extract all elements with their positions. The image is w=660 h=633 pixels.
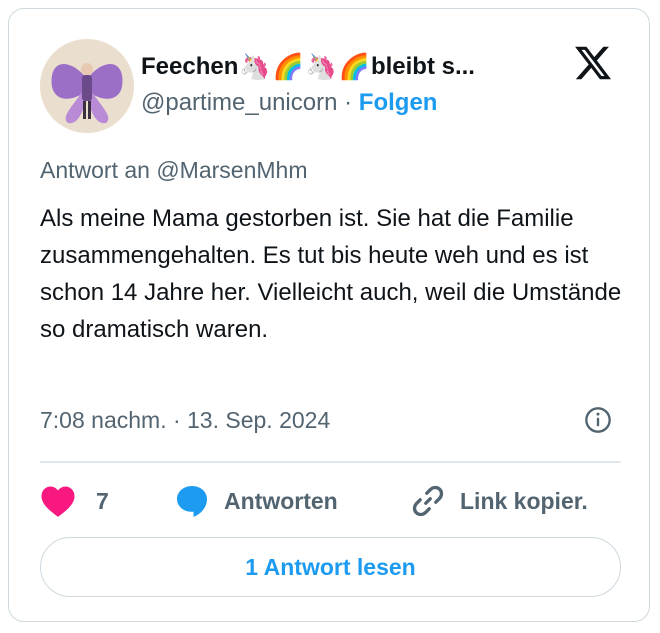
author-name-suffix[interactable]: bleibt s... bbox=[371, 53, 475, 81]
copy-link-label: Link kopier. bbox=[460, 487, 588, 514]
tweet-text: Als meine Mama gestorben ist. Sie hat di… bbox=[40, 205, 622, 343]
info-icon[interactable] bbox=[584, 406, 612, 434]
reply-button[interactable]: Antworten bbox=[174, 479, 338, 523]
follow-button[interactable]: Folgen bbox=[359, 89, 438, 116]
rainbow-emoji: 🌈 bbox=[338, 52, 370, 81]
timestamp[interactable]: 7:08 nachm. · 13. Sep. 2024 bbox=[40, 407, 330, 434]
author-handle-row: @partime_unicorn · Folgen bbox=[141, 89, 437, 117]
tweet-card: Feechen 🦄 🌈 🦄 🌈 bleibt s... @partime_uni… bbox=[8, 8, 650, 622]
author-name-row[interactable]: Feechen 🦄 🌈 🦄 🌈 bleibt s... bbox=[141, 49, 475, 85]
author-handle[interactable]: @partime_unicorn bbox=[141, 89, 337, 116]
avatar[interactable] bbox=[40, 39, 134, 133]
separator: · bbox=[344, 89, 353, 116]
author-name[interactable]: Feechen bbox=[141, 53, 238, 81]
heart-icon bbox=[41, 486, 75, 517]
x-logo-icon[interactable] bbox=[573, 43, 613, 83]
unicorn-emoji: 🦄 bbox=[239, 52, 271, 81]
read-replies-button[interactable]: 1 Antwort lesen bbox=[40, 537, 621, 597]
reply-label: Antworten bbox=[224, 487, 338, 514]
unicorn-emoji: 🦄 bbox=[305, 52, 337, 81]
copy-link-button[interactable]: Link kopier. bbox=[410, 479, 588, 523]
link-icon bbox=[412, 485, 444, 517]
avatar-image bbox=[40, 39, 134, 133]
speech-bubble-icon bbox=[177, 486, 207, 517]
like-button[interactable]: 7 bbox=[40, 479, 109, 523]
rainbow-emoji: 🌈 bbox=[272, 52, 304, 81]
divider bbox=[40, 461, 621, 463]
like-count: 7 bbox=[96, 487, 109, 514]
reply-to-label[interactable]: Antwort an @MarsenMhm bbox=[40, 157, 308, 184]
action-bar: 7 Antworten Link kopier. bbox=[40, 479, 621, 523]
